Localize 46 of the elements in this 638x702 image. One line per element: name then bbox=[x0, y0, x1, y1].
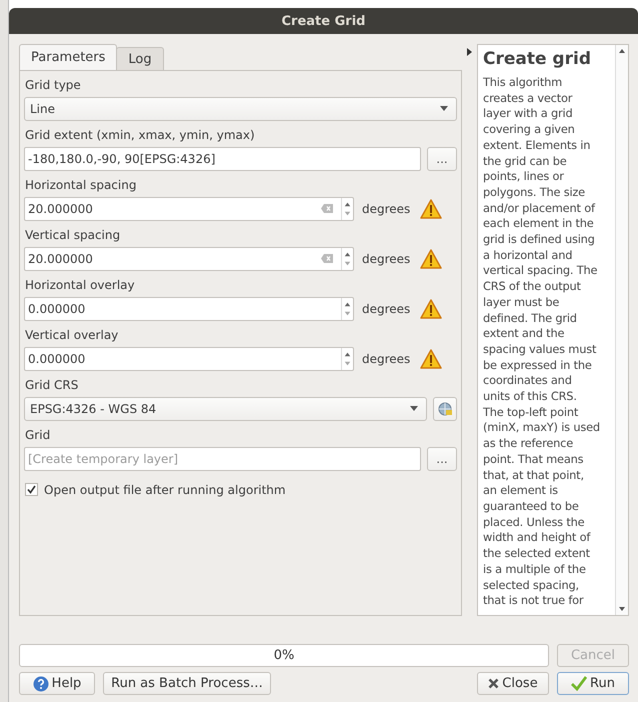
close-button[interactable]: Close bbox=[477, 672, 549, 695]
spin-arrows-icon[interactable] bbox=[341, 348, 353, 370]
checkbox-label: Open output file after running algorithm bbox=[44, 482, 286, 496]
help-icon bbox=[32, 676, 49, 692]
grid-type-dropdown[interactable]: Line bbox=[24, 96, 457, 120]
field-label: Horizontal overlay bbox=[24, 277, 136, 294]
crs-select-button[interactable] bbox=[433, 396, 457, 420]
field-label: Grid bbox=[24, 427, 52, 444]
field-label: Grid type bbox=[24, 77, 82, 94]
number-field[interactable]: 20.000000 bbox=[24, 196, 354, 220]
number-field[interactable]: 0.000000 bbox=[24, 346, 354, 370]
unit-label: degrees bbox=[362, 252, 410, 266]
unit-label: degrees bbox=[362, 202, 410, 216]
help-title: Create grid bbox=[483, 49, 592, 69]
field-label: Grid extent (xmin, xmax, ymin, ymax) bbox=[24, 127, 256, 144]
field-label: Grid CRS bbox=[24, 377, 80, 394]
field-label: Horizontal spacing bbox=[24, 177, 138, 194]
tab[interactable]: Parameters bbox=[19, 44, 118, 70]
window-title: Create Grid bbox=[9, 8, 638, 34]
spin-arrows-icon[interactable] bbox=[341, 298, 353, 320]
number-field[interactable]: 0.000000 bbox=[24, 296, 354, 320]
unit-label: degrees bbox=[362, 352, 410, 366]
globe-icon bbox=[437, 400, 453, 416]
run-button[interactable]: Run bbox=[557, 672, 629, 695]
help-button[interactable]: Help bbox=[19, 672, 95, 695]
crs-dropdown[interactable]: EPSG:4326 - WGS 84 bbox=[24, 396, 427, 420]
number-field[interactable]: 20.000000 bbox=[24, 246, 354, 270]
spin-arrows-icon[interactable] bbox=[341, 248, 353, 270]
checkmark-icon bbox=[571, 676, 588, 691]
field-label: Vertical spacing bbox=[24, 227, 122, 244]
browse-button[interactable]: ... bbox=[427, 146, 457, 170]
batch-button[interactable]: Run as Batch Process… bbox=[103, 672, 271, 695]
browse-button[interactable]: ... bbox=[427, 446, 457, 470]
dropdown-arrow-icon bbox=[440, 106, 448, 111]
close-icon bbox=[488, 678, 500, 689]
help-text: This algorithm creates a vector layer with a grid covering a given extent. Elements in the grid can be points, lines or polygons. The size and/or placement of each element in the grid is defined using a horizontal and vertical spacing. The CRS of the output layer must be defined. The grid extent and the spacing values must be expressed in the coordinates and units of this CRS. The top-left point (minX, maxY) is used as the reference point. That means that, at that point, an element is guaranteed to be placed. Unless the width and height of the selected extent is a multiple of the selected spacing, that is not true for bbox=[483, 75, 601, 609]
spin-arrows-icon[interactable] bbox=[341, 198, 353, 220]
dropdown-arrow-icon bbox=[410, 406, 418, 411]
extent-field[interactable]: -180,180.0,-90, 90[EPSG:4326] bbox=[24, 146, 421, 170]
tab[interactable]: Log bbox=[116, 47, 164, 70]
expand-arrow-icon[interactable] bbox=[467, 48, 472, 56]
progress-bar: 0% bbox=[19, 644, 549, 667]
scrollbar[interactable] bbox=[615, 45, 628, 615]
field-label: Vertical overlay bbox=[24, 327, 120, 344]
unit-label: degrees bbox=[362, 302, 410, 316]
checkbox[interactable] bbox=[25, 483, 38, 496]
